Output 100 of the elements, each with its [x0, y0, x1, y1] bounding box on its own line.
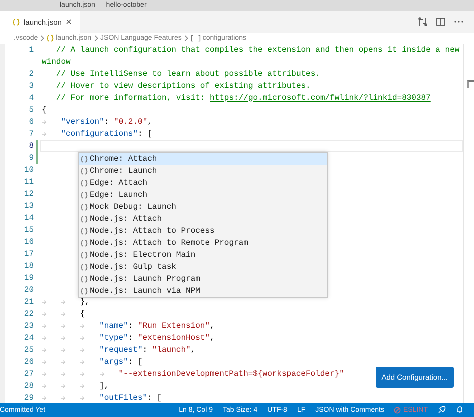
code-text: : [	[128, 358, 143, 366]
line-number: 24	[23, 334, 34, 342]
tab-arrow-icon	[42, 372, 47, 376]
line-number: 25	[23, 346, 34, 354]
line-number: 18	[23, 262, 34, 270]
tab-arrow-icon	[61, 312, 66, 316]
tab-arrow-icon	[42, 360, 47, 364]
chevron-icon	[94, 35, 99, 42]
code-comment: window	[42, 58, 71, 66]
code-key: "name"	[100, 322, 128, 330]
code-string: "extensionHost"	[138, 334, 210, 342]
bell-icon[interactable]	[456, 406, 464, 414]
line-number: 7	[28, 130, 34, 138]
line-number: 28	[23, 382, 34, 390]
line-number: 13	[23, 202, 34, 210]
suggestion-item[interactable]: Mock Debug: Launch	[79, 201, 327, 213]
link[interactable]: https://go.microsoft.com/fwlink/?linkid=830387	[210, 94, 431, 102]
no-entry-icon	[394, 406, 402, 414]
code-text: ,	[210, 322, 215, 330]
code-text: },	[80, 298, 90, 306]
compare-icon[interactable]	[418, 17, 428, 27]
code-key: "args"	[100, 358, 128, 366]
code-text: :	[104, 118, 110, 126]
suggestion-item[interactable]: Node.js: Attach to Remote Program	[79, 237, 327, 249]
snippet-icon	[81, 240, 88, 246]
tab-arrow-icon	[80, 324, 86, 328]
chevron-icon	[40, 35, 46, 42]
line-number: 2	[28, 70, 34, 78]
tab-arrow-icon	[80, 336, 86, 340]
more-icon[interactable]	[454, 20, 464, 24]
suggestion-item[interactable]: Node.js: Electron Main	[79, 249, 327, 261]
tab-arrow-icon	[61, 360, 66, 364]
tab-arrow-icon	[61, 336, 66, 340]
close-icon[interactable]	[66, 19, 72, 25]
braces-icon	[13, 18, 20, 26]
tab-arrow-icon	[61, 324, 66, 328]
tab-arrow-icon	[42, 312, 47, 316]
suggestion-item[interactable]: Chrome: Launch	[79, 165, 327, 177]
suggestion-item[interactable]: Chrome: Attach	[79, 153, 327, 165]
code-key: "outFiles"	[100, 394, 148, 402]
line-number: 14	[23, 214, 34, 222]
line-number: 17	[23, 250, 34, 258]
suggestion-item[interactable]: Node.js: Attach to Process	[79, 225, 327, 237]
tab-arrow-icon	[61, 384, 66, 388]
tab-arrow-icon	[61, 300, 66, 304]
tab-arrow-icon	[80, 348, 86, 352]
snippet-icon	[81, 216, 88, 222]
line-number: 29	[23, 394, 34, 402]
snippet-icon	[81, 228, 88, 234]
code-key: "type"	[100, 334, 128, 342]
tab-arrow-icon	[42, 132, 47, 136]
line-number: 1	[28, 46, 34, 54]
code-comment: // A launch configuration that compiles the extension and then opens it inside a new	[56, 46, 460, 54]
suggestion-item[interactable]: Edge: Launch	[79, 189, 327, 201]
line-number: 5	[28, 106, 34, 114]
snippet-icon	[81, 276, 88, 282]
code-text: :	[142, 346, 149, 354]
suggestion-item[interactable]: Node.js: Gulp task	[79, 261, 327, 273]
code-text: :	[128, 322, 134, 330]
tab-arrow-icon	[42, 300, 47, 304]
line-number: 16	[23, 238, 34, 246]
tab-arrow-icon	[42, 120, 47, 124]
code-string: "Run Extension"	[138, 322, 210, 330]
code-string: "0.2.0"	[114, 118, 148, 126]
suggestion-item[interactable]: Node.js: Launch Program	[79, 273, 327, 285]
code-comment: // Hover to view descriptions of existing attributes.	[56, 82, 311, 90]
tab-arrow-icon	[42, 384, 47, 388]
tab-arrow-icon	[80, 372, 86, 376]
code-text: :	[128, 334, 134, 342]
snippet-icon	[81, 264, 88, 270]
line-number: 27	[23, 370, 34, 378]
snippet-icon	[81, 288, 88, 294]
code-comment: // Use IntelliSense to learn about possible attributes.	[56, 70, 320, 78]
line-number: 11	[23, 178, 34, 186]
suggestion-item[interactable]: Node.js: Attach	[79, 213, 327, 225]
code-text: : [	[148, 394, 162, 402]
feedback-icon[interactable]	[438, 406, 446, 414]
suggestion-item[interactable]: Node.js: Launch via NPM	[79, 285, 327, 297]
code-comment: // For more information, visit:	[56, 94, 206, 102]
tab-arrow-icon	[61, 396, 66, 400]
code-text: : [	[138, 130, 152, 138]
code-text: ,	[148, 118, 152, 126]
line-number: 4	[28, 94, 34, 102]
snippet-icon	[81, 252, 88, 258]
tab-arrow-icon	[80, 360, 86, 364]
snippet-icon	[81, 180, 88, 186]
brackets-icon	[190, 35, 201, 42]
tab-arrow-icon	[100, 372, 105, 376]
tab-arrow-icon	[42, 336, 47, 340]
snippet-icon	[81, 204, 88, 210]
line-number: 15	[23, 226, 34, 234]
code-key: "version"	[61, 118, 104, 126]
snippet-icon	[81, 168, 88, 174]
code-key: "configurations"	[61, 130, 138, 138]
overview-ruler-mark	[467, 80, 474, 88]
chevron-icon	[184, 35, 189, 42]
suggestion-item[interactable]: Edge: Attach	[79, 177, 327, 189]
code-text: ],	[100, 382, 110, 390]
snippet-icon	[81, 156, 88, 162]
split-editor-icon[interactable]	[436, 17, 446, 27]
